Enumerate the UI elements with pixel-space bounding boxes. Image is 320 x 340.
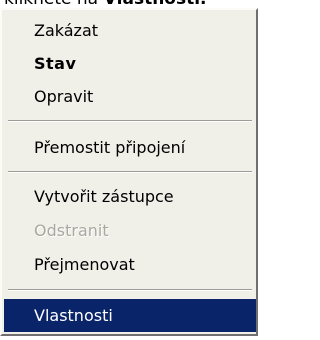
menu-item-prejmenovat[interactable]: Přejmenovat — [4, 248, 256, 281]
menu-separator — [8, 289, 252, 291]
menu-item-vytvorit-zastupce[interactable]: Vytvořit zástupce — [4, 180, 256, 213]
menu-item-vlastnosti[interactable]: Vlastnosti — [4, 299, 256, 332]
menu-item-zakazat[interactable]: Zakázat — [4, 14, 256, 47]
menu-item-premostit-pripojeni[interactable]: Přemostit připojení — [4, 131, 256, 164]
menu-item-stav[interactable]: Stav — [4, 47, 256, 80]
menu-separator — [8, 120, 252, 122]
menu-item-odstranit: Odstranit — [34, 221, 109, 240]
menu-item-opravit[interactable]: Opravit — [4, 80, 256, 113]
context-menu: Zakázat Stav Opravit Přemostit připojení… — [0, 8, 258, 336]
menu-separator — [8, 171, 252, 173]
